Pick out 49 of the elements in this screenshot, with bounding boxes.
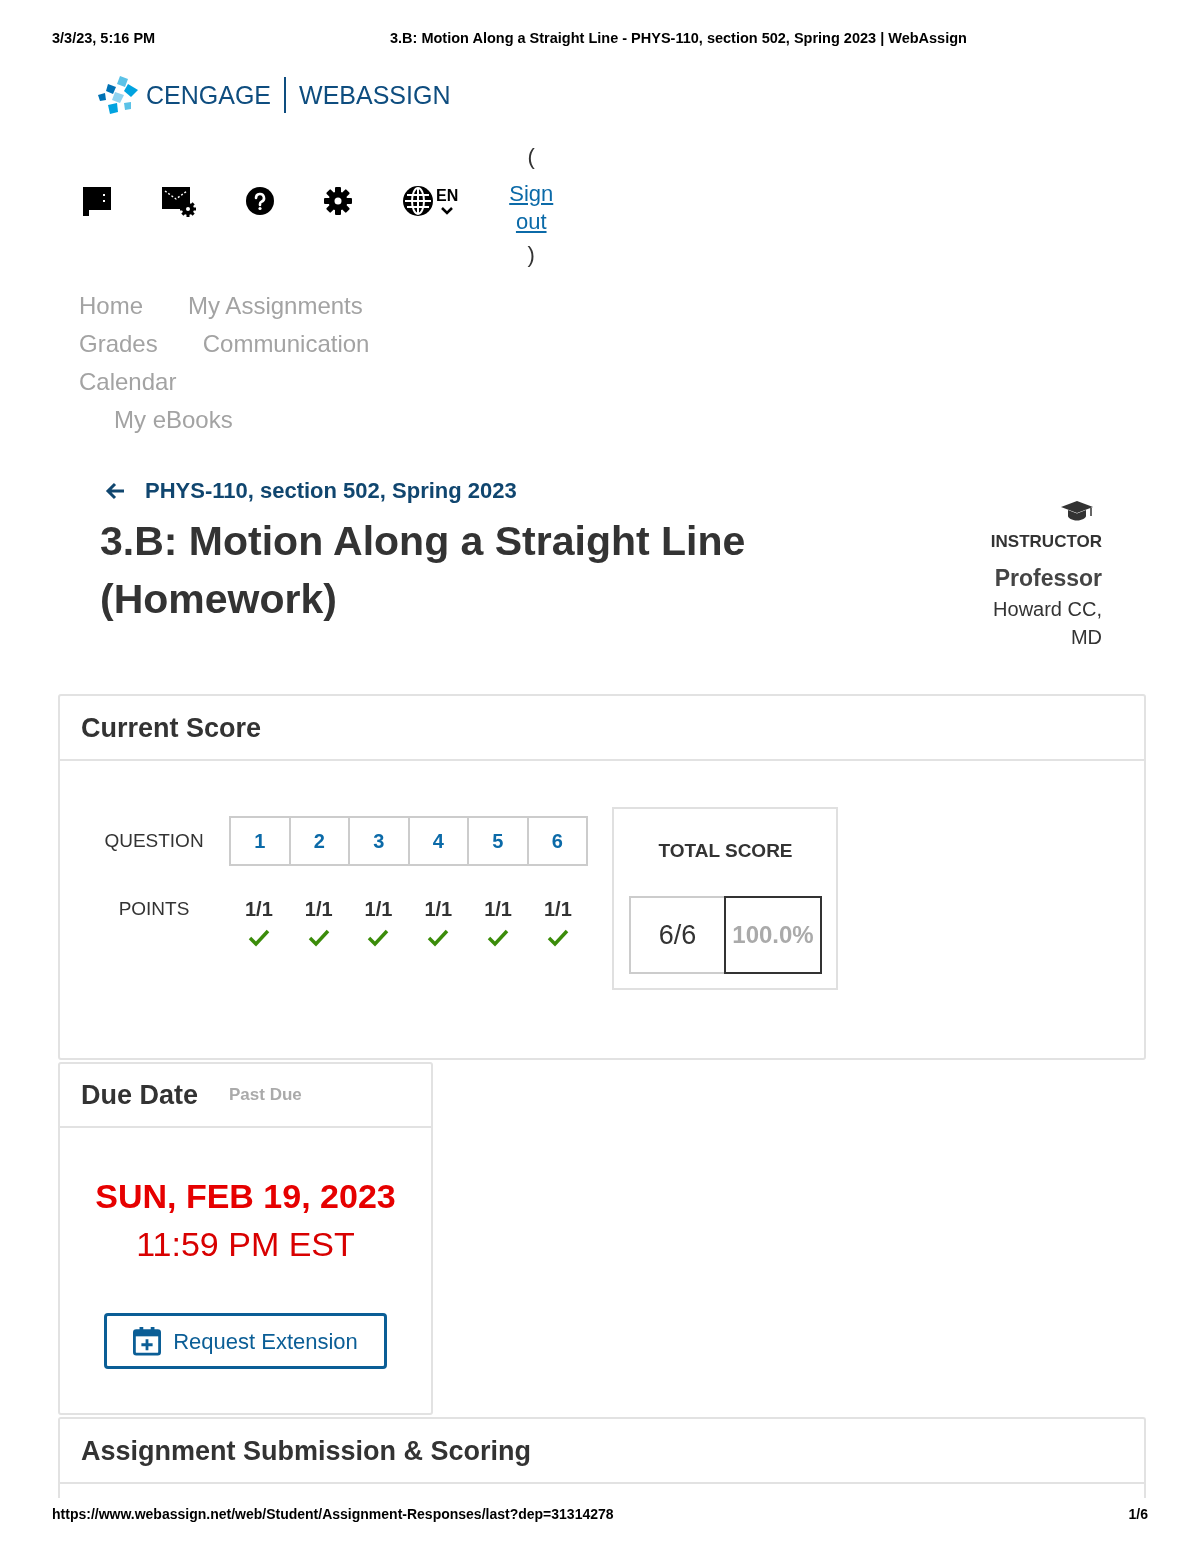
globe-icon	[402, 186, 434, 216]
points-text: 1/1	[424, 897, 453, 921]
question-button[interactable]: 4	[407, 816, 469, 866]
sign-out-link[interactable]: Sign out	[508, 180, 555, 236]
help-icon[interactable]	[246, 187, 274, 215]
question-button[interactable]: 2	[288, 816, 350, 866]
calendar-plus-icon	[133, 1326, 162, 1356]
parenthesis-text: )	[526, 241, 536, 269]
course-back-link[interactable]: PHYS-110, section 502, Spring 2023	[105, 476, 517, 506]
points-text: 1/1	[304, 897, 333, 921]
question-button[interactable]: 1	[229, 816, 291, 866]
brand-name: CENGAGE	[146, 80, 272, 110]
flag-icon[interactable]	[82, 186, 112, 216]
card-heading: Due Date	[81, 1079, 199, 1112]
question-button[interactable]: 6	[526, 816, 588, 866]
request-extension-button[interactable]: Request Extension	[104, 1313, 387, 1369]
print-url: https://www.webassign.net/web/Student/Assignment-Responses/last?dep=31314278	[52, 1505, 614, 1523]
card-heading: Current Score	[81, 711, 262, 745]
logo-icon	[98, 76, 138, 114]
parenthesis-text: (	[526, 143, 536, 171]
question-button[interactable]: 5	[467, 816, 529, 866]
arrow-left-icon	[105, 482, 125, 500]
product-name: WEBASSIGN	[299, 80, 451, 110]
question-button[interactable]: 3	[348, 816, 410, 866]
chevron-down-icon	[441, 207, 454, 215]
score-points: 6/6	[629, 896, 724, 974]
instructor-label: INSTRUCTOR	[989, 531, 1102, 553]
mail-gear-icon[interactable]	[162, 185, 196, 217]
score-percent: 100.0%	[724, 896, 822, 974]
instructor-title: Professor	[993, 564, 1102, 593]
points-text: 1/1	[364, 897, 393, 921]
due-time-text: 11:59 PM EST	[135, 1224, 356, 1265]
total-score-label: TOTAL SCORE	[657, 839, 794, 863]
print-page-title: 3.B: Motion Along a Straight Line - PHYS-110, section 502, Spring 2023 | WebAssign	[390, 29, 967, 47]
question-row-label: QUESTION	[103, 829, 205, 853]
graduation-cap-icon	[1061, 501, 1093, 521]
language-button[interactable]: EN	[402, 186, 459, 216]
print-date: 3/3/23, 5:16 PM	[52, 29, 157, 47]
due-date-text: SUN, FEB 19, 2023	[94, 1176, 397, 1217]
points-text: 1/1	[484, 897, 512, 921]
points-row-label: POINTS	[117, 897, 191, 921]
instructor-name: Howard CC, MD	[992, 597, 1102, 650]
status-text: Past Due	[229, 1084, 302, 1106]
print-page-number: 1/6	[1128, 1505, 1148, 1523]
assignment-title: 3.B: Motion Along a Straight Line (Homework)	[100, 517, 747, 624]
settings-icon[interactable]	[324, 187, 352, 215]
card-heading: Assignment Submission & Scoring	[81, 1434, 532, 1468]
points-text: 1/1	[245, 897, 273, 921]
points-text: 1/1	[543, 897, 572, 921]
